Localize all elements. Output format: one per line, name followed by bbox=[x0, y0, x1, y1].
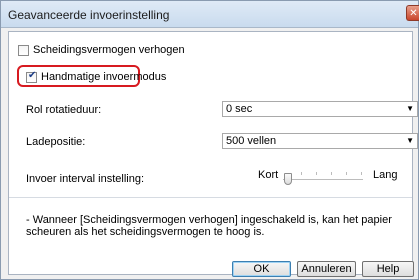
separation-option[interactable]: Scheidingsvermogen verhogen bbox=[18, 44, 185, 56]
roll-rotation-select[interactable]: 0 sec ▼ bbox=[222, 101, 418, 117]
dialog-title: Geavanceerde invoerinstelling bbox=[8, 8, 170, 22]
manual-feed-label: Handmatige invoermodus bbox=[41, 71, 167, 83]
slider-tick bbox=[331, 172, 332, 175]
dialog-window: Geavanceerde invoerinstelling ✕ Scheidin… bbox=[0, 0, 419, 280]
roll-rotation-label: Rol rotatieduur: bbox=[26, 104, 102, 116]
dropdown-arrow-icon: ▼ bbox=[406, 104, 414, 113]
ok-button[interactable]: OK bbox=[232, 261, 291, 277]
slider-max-label: Lang bbox=[373, 169, 398, 181]
tray-position-label: Ladepositie: bbox=[26, 136, 86, 148]
cancel-button[interactable]: Annuleren bbox=[297, 261, 356, 277]
slider-tick bbox=[301, 172, 302, 175]
slider-min-label: Kort bbox=[258, 169, 279, 181]
info-note: - Wanneer [Scheidingsvermogen verhogen] … bbox=[26, 214, 392, 238]
slider-tick bbox=[361, 172, 362, 175]
separation-checkbox[interactable] bbox=[18, 44, 29, 56]
feed-interval-slider-thumb[interactable] bbox=[284, 173, 292, 185]
help-button[interactable]: Help bbox=[362, 261, 414, 277]
divider bbox=[9, 197, 412, 198]
feed-interval-track[interactable] bbox=[283, 179, 363, 180]
manual-feed-checkbox[interactable]: ✔ bbox=[26, 69, 37, 83]
roll-rotation-value: 0 sec bbox=[226, 103, 253, 115]
separation-label: Scheidingsvermogen verhogen bbox=[33, 44, 185, 56]
title-bar[interactable]: Geavanceerde invoerinstelling ✕ bbox=[1, 1, 419, 28]
manual-feed-option[interactable]: ✔ Handmatige invoermodus bbox=[26, 69, 167, 83]
slider-tick bbox=[346, 172, 347, 175]
tray-position-value: 500 vellen bbox=[226, 135, 277, 147]
tray-position-select[interactable]: 500 vellen ▼ bbox=[222, 133, 418, 149]
checkmark-icon: ✔ bbox=[28, 69, 37, 81]
close-icon: ✕ bbox=[409, 8, 418, 19]
slider-tick bbox=[316, 172, 317, 175]
feed-interval-label: Invoer interval instelling: bbox=[26, 173, 145, 185]
settings-panel: Scheidingsvermogen verhogen ✔ Handmatige… bbox=[8, 31, 418, 275]
close-button[interactable]: ✕ bbox=[406, 5, 419, 21]
dropdown-arrow-icon: ▼ bbox=[406, 136, 414, 145]
